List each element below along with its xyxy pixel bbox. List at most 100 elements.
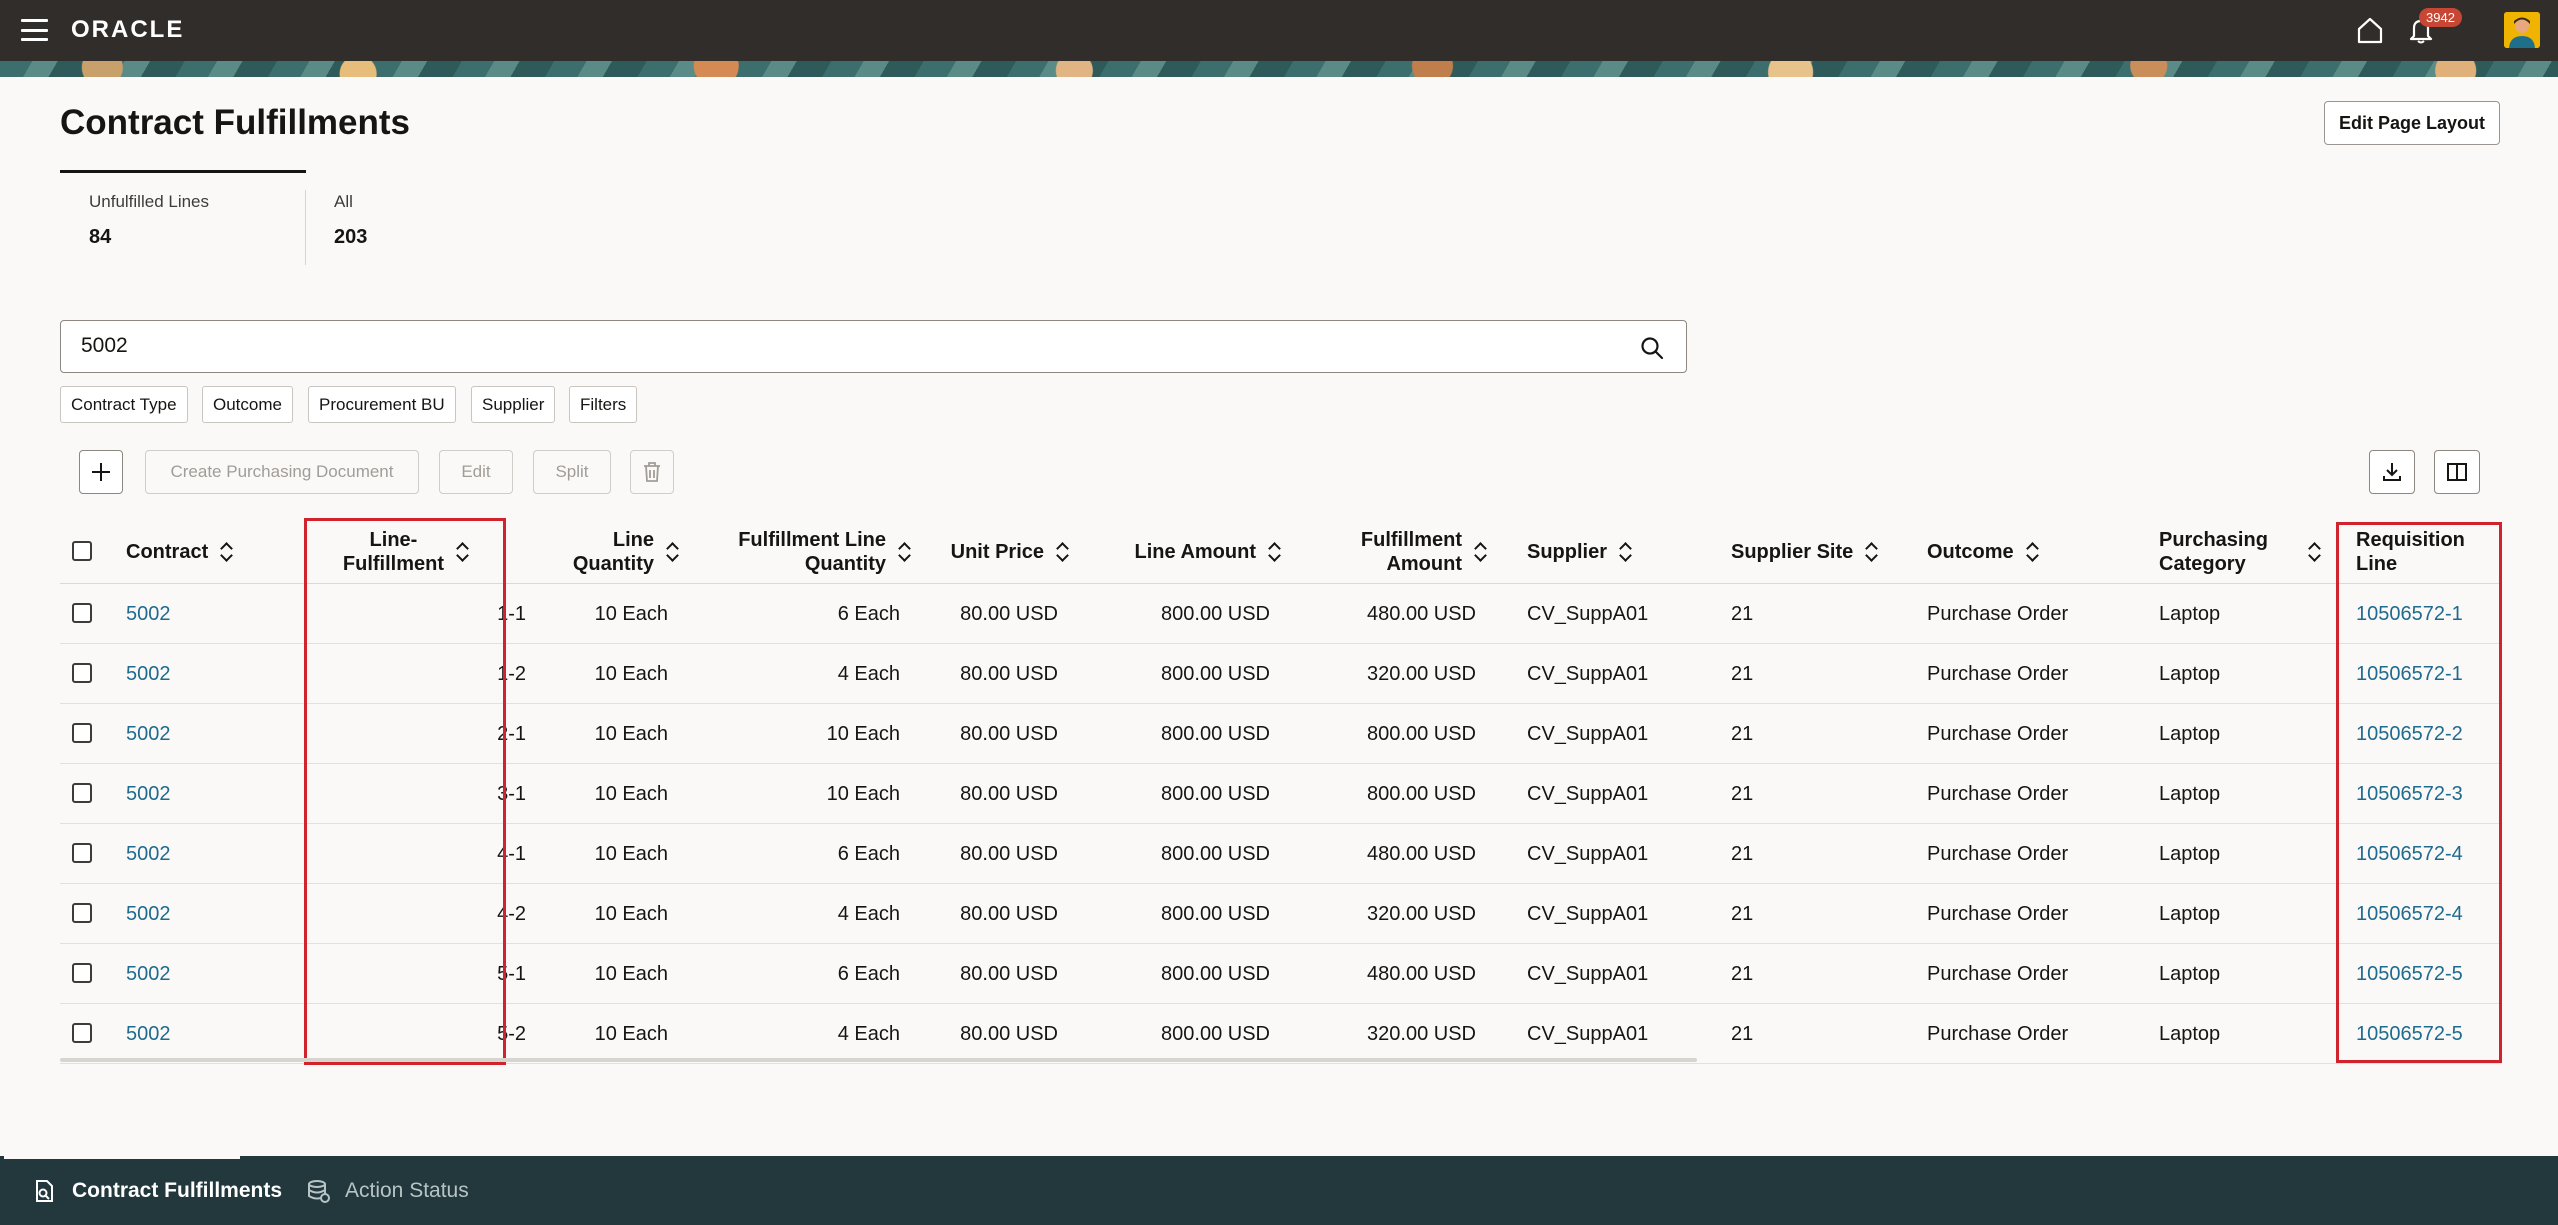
column-header-contract[interactable]: Contract — [126, 520, 246, 584]
filter-chip-contract-type[interactable]: Contract Type — [60, 386, 188, 423]
cell-contract-link[interactable]: 5002 — [126, 903, 171, 926]
cell-requisition-line-link[interactable]: 10506572-2 — [2356, 723, 2463, 746]
cell-requisition-line: 10506572-4 — [2356, 824, 2496, 884]
cell-requisition-line-link[interactable]: 10506572-4 — [2356, 903, 2463, 926]
sort-icon[interactable] — [898, 541, 912, 563]
column-header-fulfillment-line-quantity[interactable]: Fulfillment Line Quantity — [690, 520, 912, 584]
cell-purchasing-category: Laptop — [2159, 842, 2221, 865]
cell-requisition-line-link[interactable]: 10506572-4 — [2356, 843, 2463, 866]
horizontal-scrollbar[interactable] — [60, 1058, 1697, 1062]
cell-fulfillment-amount: 320.00 USD — [1367, 1022, 1476, 1045]
row-select-checkbox[interactable] — [72, 603, 92, 623]
filter-chip-filters[interactable]: Filters — [569, 386, 638, 423]
cell-contract: 5002 — [126, 1004, 326, 1064]
cell-supplier-site: 21 — [1731, 662, 1754, 685]
cell-contract-link[interactable]: 5002 — [126, 1023, 171, 1046]
sort-icon[interactable] — [456, 541, 470, 563]
cell-unit-price: 80.00 USD — [960, 722, 1058, 745]
cell-requisition-line-link[interactable]: 10506572-1 — [2356, 603, 2463, 626]
tab-unfulfilled-lines[interactable]: Unfulfilled Lines 84 — [89, 192, 209, 249]
download-icon — [2383, 463, 2401, 481]
cell-contract-link[interactable]: 5002 — [126, 663, 171, 686]
table-row[interactable]: 5002 1-2 10 Each 4 Each 80.00 USD 800.00 USD 3… — [60, 644, 2502, 704]
sort-icon[interactable] — [1474, 541, 1488, 563]
bottom-tab-action-status[interactable]: Action Status — [305, 1156, 469, 1225]
row-select-checkbox[interactable] — [72, 903, 92, 923]
table-row[interactable]: 5002 5-2 10 Each 4 Each 80.00 USD 800.00 USD 3… — [60, 1004, 2502, 1064]
bottom-tab-contract-fulfillments[interactable]: Contract Fulfillments — [3, 1156, 282, 1225]
sort-icon[interactable] — [2026, 541, 2040, 563]
row-select-checkbox[interactable] — [72, 843, 92, 863]
table-row[interactable]: 5002 4-2 10 Each 4 Each 80.00 USD 800.00 USD 3… — [60, 884, 2502, 944]
cell-requisition-line-link[interactable]: 10506572-5 — [2356, 1023, 2463, 1046]
search-input[interactable] — [81, 334, 1581, 358]
filter-chip-supplier[interactable]: Supplier — [471, 386, 556, 423]
delete-button[interactable] — [630, 450, 674, 494]
column-header-line-quantity[interactable]: Line Quantity — [480, 520, 680, 584]
export-button[interactable] — [2369, 450, 2415, 494]
column-header-purchasing-category[interactable]: Purchasing Category — [2159, 520, 2379, 584]
cell-contract-link[interactable]: 5002 — [126, 603, 171, 626]
row-select-checkbox[interactable] — [72, 723, 92, 743]
column-header-line-fulfillment[interactable]: Line- Fulfillment — [310, 520, 470, 584]
search-icon[interactable] — [1639, 335, 1665, 361]
cell-line-quantity: 10 Each — [594, 602, 668, 625]
table-row[interactable]: 5002 4-1 10 Each 6 Each 80.00 USD 800.00 USD 4… — [60, 824, 2502, 884]
cell-fulfillment-line-quantity: 6 Each — [837, 842, 900, 865]
row-select-checkbox[interactable] — [72, 663, 92, 683]
table-row[interactable]: 5002 1-1 10 Each 6 Each 80.00 USD 800.00 USD 4… — [60, 584, 2502, 644]
cell-contract-link[interactable]: 5002 — [126, 783, 171, 806]
table-row[interactable]: 5002 3-1 10 Each 10 Each 80.00 USD 800.00 USD… — [60, 764, 2502, 824]
oracle-logo[interactable]: ORACLE — [71, 16, 184, 44]
cell-line-quantity: 10 Each — [594, 1022, 668, 1045]
home-icon[interactable] — [2354, 14, 2386, 46]
row-select-checkbox[interactable] — [72, 1023, 92, 1043]
edit-page-layout-button[interactable]: Edit Page Layout — [2324, 101, 2500, 145]
sort-icon[interactable] — [666, 541, 680, 563]
column-header-unit-price[interactable]: Unit Price — [922, 520, 1070, 584]
cell-outcome: Purchase Order — [1927, 962, 2069, 985]
sort-icon[interactable] — [2308, 541, 2322, 563]
cell-requisition-line-link[interactable]: 10506572-5 — [2356, 963, 2463, 986]
column-settings-button[interactable] — [2434, 450, 2480, 494]
split-button[interactable]: Split — [533, 450, 611, 494]
menu-icon[interactable] — [21, 19, 48, 41]
user-avatar[interactable] — [2504, 12, 2540, 48]
cell-contract-link[interactable]: 5002 — [126, 963, 171, 986]
row-select-checkbox[interactable] — [72, 783, 92, 803]
cell-line-quantity: 10 Each — [594, 782, 668, 805]
select-all-checkbox[interactable] — [72, 541, 92, 561]
filter-chip-outcome[interactable]: Outcome — [202, 386, 293, 423]
cell-requisition-line-link[interactable]: 10506572-1 — [2356, 663, 2463, 686]
column-header-fulfillment-amount[interactable]: Fulfillment Amount — [1292, 520, 1488, 584]
cell-requisition-line: 10506572-1 — [2356, 644, 2496, 704]
filter-chip-procurement-bu[interactable]: Procurement BU — [308, 386, 456, 423]
column-header-requisition-line[interactable]: Requisition Line — [2356, 520, 2496, 584]
cell-requisition-line-link[interactable]: 10506572-3 — [2356, 783, 2463, 806]
cell-supplier-site: 21 — [1731, 842, 1754, 865]
tab-all[interactable]: All 203 — [334, 192, 367, 249]
cell-contract-link[interactable]: 5002 — [126, 843, 171, 866]
sort-icon[interactable] — [220, 541, 234, 563]
table-row[interactable]: 5002 2-1 10 Each 10 Each 80.00 USD 800.00 USD… — [60, 704, 2502, 764]
column-header-line-amount[interactable]: Line Amount — [1080, 520, 1282, 584]
sort-icon[interactable] — [1865, 541, 1879, 563]
table-row[interactable]: 5002 5-1 10 Each 6 Each 80.00 USD 800.00 USD 4… — [60, 944, 2502, 1004]
column-header-supplier[interactable]: Supplier — [1527, 520, 1707, 584]
add-button[interactable] — [79, 450, 123, 494]
cell-unit-price: 80.00 USD — [960, 1022, 1058, 1045]
column-header-supplier-site[interactable]: Supplier Site — [1731, 520, 1931, 584]
cell-contract: 5002 — [126, 584, 326, 644]
header-label-line-1: Fulfillment Line — [738, 529, 886, 551]
cell-outcome: Purchase Order — [1927, 782, 2069, 805]
column-header-outcome[interactable]: Outcome — [1927, 520, 2127, 584]
sort-icon[interactable] — [1268, 541, 1282, 563]
cell-contract-link[interactable]: 5002 — [126, 723, 171, 746]
cell-contract: 5002 — [126, 764, 326, 824]
cell-unit-price: 80.00 USD — [960, 782, 1058, 805]
create-purchasing-document-button[interactable]: Create Purchasing Document — [145, 450, 419, 494]
row-select-checkbox[interactable] — [72, 963, 92, 983]
sort-icon[interactable] — [1619, 541, 1633, 563]
edit-button[interactable]: Edit — [439, 450, 513, 494]
sort-icon[interactable] — [1056, 541, 1070, 563]
